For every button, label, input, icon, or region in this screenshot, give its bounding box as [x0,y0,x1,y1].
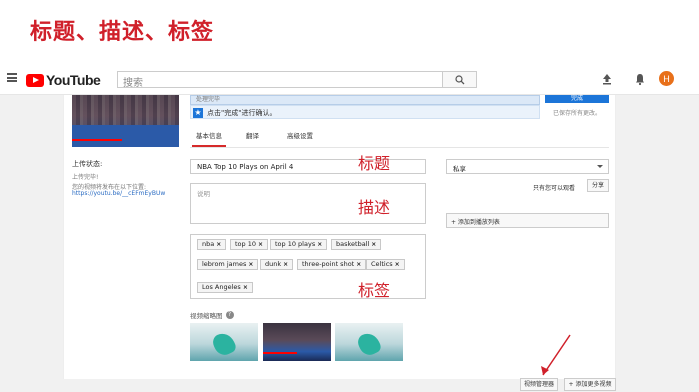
remove-tag-icon[interactable]: × [283,261,288,268]
video-manager-button[interactable]: 视频管理器 [520,378,558,391]
video-preview[interactable] [72,95,179,147]
annotation-description: 描述 [358,198,391,217]
remove-tag-icon[interactable]: × [216,241,221,248]
playback-bar [263,352,297,354]
tab-translation[interactable]: 翻译 [246,130,259,140]
thumbnail-option[interactable] [263,323,331,361]
youtube-logo[interactable]: YouTube [26,72,101,88]
saved-status: 已保存所有更改。 [553,110,602,117]
slide-title: 标题、描述、标签 [30,20,215,45]
tag-label: Los Angeles [202,283,241,291]
add-more-videos-button[interactable]: + 添加更多视频 [564,378,616,391]
menu-icon[interactable] [7,73,17,82]
tag-label: top 10 plays [275,240,316,248]
tag-chip[interactable]: three-point shot × [297,259,367,270]
privacy-description: 只有您可以观看 [533,185,576,192]
remove-tag-icon[interactable]: × [258,241,263,248]
chevron-down-icon [597,165,603,168]
thumbnails-label-text: 视频缩略图 [190,312,223,320]
court-image [72,125,179,147]
upload-status-text: 上传完毕! [72,174,99,181]
tag-label: lebrom james [202,260,247,268]
top-bar: YouTube 搜索 H [0,64,699,95]
remove-tag-icon[interactable]: × [371,241,376,248]
remove-tag-icon[interactable]: × [317,241,322,248]
description-input[interactable]: 说明 [190,183,426,224]
tag-label: Celtics [371,260,393,268]
upload-icon[interactable] [600,72,614,86]
confirm-text: 点击"完成"进行确认。 [207,109,277,117]
remove-tag-icon[interactable]: × [248,261,253,268]
shoe-image [355,329,383,359]
tag-label: dunk [265,260,282,268]
tag-label: basketball [336,240,370,248]
tag-chip[interactable]: Los Angeles × [197,282,253,293]
confirm-banner: ★ 点击"完成"进行确认。 [190,105,540,119]
tags-input[interactable]: nba × top 10 × top 10 plays × basketball × l… [190,234,426,299]
search-icon [454,74,464,84]
bell-icon[interactable] [633,72,647,86]
share-button[interactable]: 分享 [587,179,609,192]
annotation-title: 标题 [358,154,391,173]
app-name: YouTube [46,72,101,88]
upload-status-label: 上传状态: [72,160,103,168]
tag-label: three-point shot [302,260,355,268]
tag-chip[interactable]: basketball × [331,239,382,250]
tag-label: top 10 [235,240,256,248]
video-link[interactable]: https://youtu.be/__cEFmEyBUw [72,190,165,197]
thumbnail-option[interactable] [190,323,258,361]
help-icon[interactable]: ? [225,311,234,319]
tag-chip[interactable]: top 10 plays × [270,239,328,250]
play-logo-icon [26,73,44,87]
tag-chip[interactable]: dunk × [260,259,294,270]
star-icon: ★ [193,108,203,118]
tab-advanced-settings[interactable]: 高级设置 [287,130,313,140]
privacy-value: 私享 [453,165,466,173]
title-input[interactable]: NBA Top 10 Plays on April 4 [190,159,426,174]
annotation-tags: 标签 [358,281,391,300]
crowd-image [72,95,179,125]
tab-divider [190,147,609,148]
search-button[interactable] [442,71,477,88]
privacy-select[interactable]: 私享 [446,159,609,174]
search-input[interactable]: 搜索 [117,71,442,89]
tag-chip[interactable]: Celtics × [366,259,405,270]
tab-basic-info[interactable]: 基本信息 [196,130,222,140]
tag-chip[interactable]: nba × [197,239,227,250]
playback-bar [72,139,122,141]
thumbnail-option[interactable] [335,323,403,361]
add-to-playlist-button[interactable]: + 添加到播放列表 [446,213,609,228]
shoe-image [210,329,238,359]
tag-chip[interactable]: lebrom james × [197,259,259,270]
tag-label: nba [202,240,215,248]
processing-status: 处理完毕 [190,95,540,105]
remove-tag-icon[interactable]: × [395,261,400,268]
tag-chip[interactable]: top 10 × [230,239,269,250]
done-button[interactable]: 完成 [545,95,609,103]
avatar[interactable]: H [659,71,674,86]
thumbnails-label: 视频缩略图 ? [190,310,234,320]
remove-tag-icon[interactable]: × [356,261,361,268]
remove-tag-icon[interactable]: × [243,284,248,291]
